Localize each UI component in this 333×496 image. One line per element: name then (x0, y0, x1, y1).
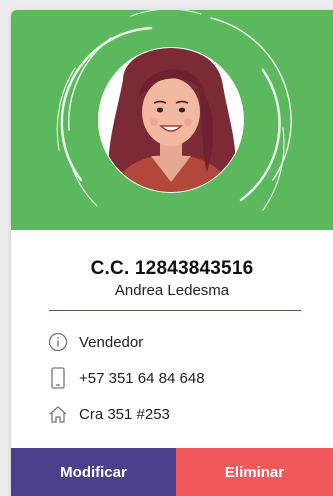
card-details: C.C. 12843843516 Andrea Ledesma Vendedor… (11, 230, 333, 448)
employee-role: Vendedor (79, 333, 144, 351)
employee-card: C.C. 12843843516 Andrea Ledesma Vendedor… (11, 10, 333, 496)
address-row: Cra 351 #253 (47, 402, 170, 426)
edit-button[interactable]: Modificar (11, 448, 176, 496)
employee-phone: +57 351 64 84 648 (79, 369, 205, 387)
employee-name: Andrea Ledesma (114, 282, 230, 299)
phone-row: +57 351 64 84 648 (47, 366, 205, 390)
delete-button[interactable]: Eliminar (176, 448, 333, 496)
role-row: Vendedor (47, 330, 143, 354)
card-header (11, 10, 333, 230)
card-actions: Modificar Eliminar (11, 448, 333, 496)
employee-address: Cra 351 #253 (79, 405, 170, 423)
home-icon (47, 403, 69, 425)
name-divider (49, 310, 301, 311)
document-id: C.C. 12843843516 (90, 258, 254, 279)
phone-icon (47, 367, 69, 389)
header-illustration (11, 10, 333, 230)
info-icon (47, 331, 69, 353)
